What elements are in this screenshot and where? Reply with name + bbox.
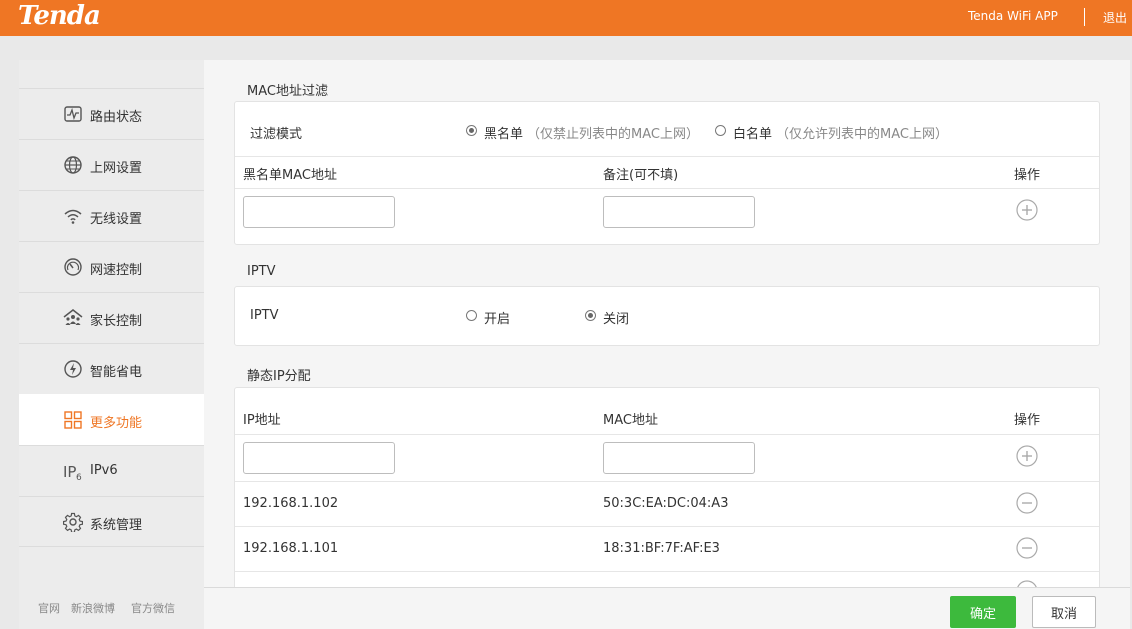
col-header-action: 操作 bbox=[1014, 168, 1041, 183]
top-bar: Tenda Tenda WiFi APP 退出 bbox=[0, 0, 1132, 36]
wifi-icon bbox=[64, 209, 82, 224]
ipv6-icon: IP 6 bbox=[63, 463, 82, 481]
row-mac: 18:31:BF:7F:AF:E3 bbox=[603, 541, 720, 556]
sidebar-item-label: 智能省电 bbox=[90, 365, 143, 380]
wechat-link[interactable]: 官方微信 bbox=[131, 600, 175, 616]
speedometer-icon bbox=[64, 258, 82, 276]
sidebar-item-system[interactable]: 系统管理 bbox=[19, 496, 204, 547]
weibo-link[interactable]: 新浪微博 bbox=[71, 600, 115, 616]
static-ip-card: IP地址 MAC地址 操作 192.168.1.102 50:3C:EA:DC:… bbox=[234, 387, 1100, 587]
logout-link[interactable]: 退出 bbox=[1103, 9, 1127, 26]
tenda-logo: Tenda bbox=[18, 1, 101, 31]
blacklist-note-input[interactable] bbox=[603, 196, 755, 228]
mac-filter-card: 过滤模式 黑名单 （仅禁止列表中的MAC上网） 白名单 （仅允许列表中的MAC上… bbox=[234, 101, 1100, 245]
confirm-button[interactable]: 确定 bbox=[950, 596, 1016, 628]
static-ip-input[interactable] bbox=[243, 442, 395, 474]
remove-row-button[interactable] bbox=[1016, 492, 1038, 514]
wifi-app-link[interactable]: Tenda WiFi APP bbox=[968, 9, 1058, 23]
sidebar-item-label: 上网设置 bbox=[90, 161, 143, 176]
sidebar-item-label: IPv6 bbox=[90, 463, 118, 478]
col-header-action: 操作 bbox=[1014, 413, 1041, 428]
row-ip: 192.168.1.101 bbox=[243, 541, 339, 556]
add-static-ip-button[interactable] bbox=[1016, 445, 1038, 467]
iptv-title: IPTV bbox=[247, 264, 276, 279]
col-header-ip: IP地址 bbox=[243, 413, 281, 428]
iptv-off-radio[interactable] bbox=[585, 310, 596, 321]
sidebar-item-label: 更多功能 bbox=[90, 416, 143, 431]
sidebar-item-parental-control[interactable]: 家长控制 bbox=[19, 292, 204, 343]
sidebar-item-label: 路由状态 bbox=[90, 110, 143, 125]
sidebar-item-speed-control[interactable]: 网速控制 bbox=[19, 241, 204, 292]
sidebar-item-label: 系统管理 bbox=[90, 518, 143, 533]
blacklist-radio[interactable] bbox=[466, 125, 477, 136]
whitelist-hint: （仅允许列表中的MAC上网） bbox=[776, 127, 948, 142]
sidebar-item-power-save[interactable]: 智能省电 bbox=[19, 343, 204, 394]
sidebar-item-wireless[interactable]: 无线设置 bbox=[19, 190, 204, 241]
sidebar-item-label: 网速控制 bbox=[90, 263, 143, 278]
mac-filter-title: MAC地址过滤 bbox=[247, 84, 328, 99]
grid-icon bbox=[64, 411, 82, 429]
col-header-mac: 黑名单MAC地址 bbox=[243, 168, 337, 183]
col-header-mac: MAC地址 bbox=[603, 413, 658, 428]
header-divider bbox=[1084, 8, 1085, 26]
sidebar-item-internet[interactable]: 上网设置 bbox=[19, 139, 204, 190]
iptv-label: IPTV bbox=[250, 308, 279, 323]
globe-icon bbox=[64, 156, 82, 174]
svg-text:6: 6 bbox=[76, 473, 82, 481]
blacklist-label: 黑名单 bbox=[484, 127, 524, 142]
whitelist-label: 白名单 bbox=[733, 127, 773, 142]
remove-row-button[interactable] bbox=[1016, 580, 1038, 587]
divider bbox=[235, 188, 1099, 189]
svg-text:IP: IP bbox=[63, 463, 76, 481]
sidebar-item-label: 家长控制 bbox=[90, 314, 143, 329]
action-bar: 确定 取消 bbox=[204, 587, 1130, 629]
divider bbox=[235, 481, 1099, 482]
blacklist-hint: （仅禁止列表中的MAC上网） bbox=[527, 127, 699, 142]
row-mac: 50:3C:EA:DC:04:A3 bbox=[603, 496, 729, 511]
main-content: MAC地址过滤 过滤模式 黑名单 （仅禁止列表中的MAC上网） 白名单 （仅允许… bbox=[204, 60, 1130, 587]
row-ip: 192.168.1.102 bbox=[243, 496, 339, 511]
filter-mode-label: 过滤模式 bbox=[250, 127, 303, 142]
divider bbox=[235, 156, 1099, 157]
iptv-on-radio[interactable] bbox=[466, 310, 477, 321]
remove-row-button[interactable] bbox=[1016, 537, 1038, 559]
iptv-card: IPTV 开启 关闭 bbox=[234, 286, 1100, 346]
divider bbox=[235, 526, 1099, 527]
sidebar-item-more-features[interactable]: 更多功能 bbox=[19, 394, 204, 445]
pulse-monitor-icon bbox=[64, 106, 82, 122]
col-header-note: 备注(可不填) bbox=[603, 168, 679, 183]
divider bbox=[235, 434, 1099, 435]
sidebar-item-label: 无线设置 bbox=[90, 212, 143, 227]
cancel-button[interactable]: 取消 bbox=[1032, 596, 1096, 628]
gear-icon bbox=[63, 512, 83, 532]
power-save-icon bbox=[64, 360, 82, 378]
sidebar-item-router-status[interactable]: 路由状态 bbox=[19, 88, 204, 139]
static-ip-title: 静态IP分配 bbox=[247, 369, 311, 384]
official-site-link[interactable]: 官网 bbox=[38, 600, 60, 616]
sidebar: 路由状态 上网设置 无线设置 网速控制 家长控制 智能省电 更多功能 IP 6 I… bbox=[19, 60, 204, 629]
iptv-off-label: 关闭 bbox=[603, 312, 630, 327]
family-icon bbox=[63, 309, 83, 325]
divider bbox=[235, 571, 1099, 572]
static-mac-input[interactable] bbox=[603, 442, 755, 474]
iptv-on-label: 开启 bbox=[484, 312, 511, 327]
add-blacklist-button[interactable] bbox=[1016, 199, 1038, 221]
sidebar-item-ipv6[interactable]: IP 6 IPv6 bbox=[19, 445, 204, 496]
blacklist-mac-input[interactable] bbox=[243, 196, 395, 228]
whitelist-radio[interactable] bbox=[715, 125, 726, 136]
